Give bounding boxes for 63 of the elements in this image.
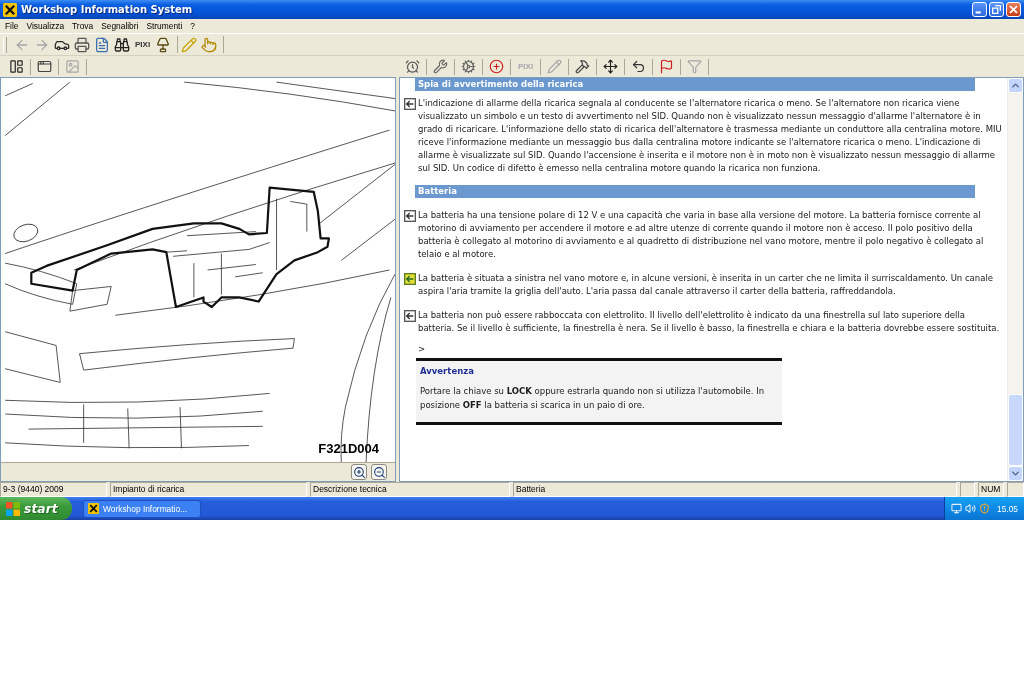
restore-button[interactable] bbox=[989, 2, 1004, 17]
menu-item[interactable]: File bbox=[1, 19, 23, 33]
flag-icon[interactable] bbox=[659, 59, 675, 74]
status-panel bbox=[1007, 482, 1024, 497]
close-icon bbox=[1009, 5, 1018, 14]
move-arrows-icon[interactable] bbox=[603, 59, 619, 74]
undo-arrow-icon[interactable] bbox=[631, 59, 647, 74]
paragraph-text: L'indicazione di allarme della ricarica segnala al conducente se l'alternatore ricarica o meno. Se l'alternatore non ricarica viene visualizzato un simbolo e un testo di avvertimento nel SID. Quando non è visualizzato nessun messaggio d'allarme l'alternatore è in grado di ricaricare. L'informazione dello stato di ricarica dell'alternatore è trasmessa mediante un conduttore alla centralina motore. MIU riceve l'informazione mediante un messaggio bus dalla centralina motore indicante se l'alternatore ricarica o meno. L'indicazione di allarme è visualizzate sul SID. Quando l'accensione è inserita e il motore non è in moto non è visualizzato nessun messaggio di allarme sul SID. Un codice di difetto è emesso nella centralina motore quando la ricarica non funziona. bbox=[418, 97, 1003, 175]
menu-item[interactable]: Strumenti bbox=[142, 19, 187, 33]
paragraph-text: La batteria non può essere rabboccata con elettrolito. Il livello dell'elettrolito è indicato da una finestrella sul lato superiore della batteria. Se il livello è sufficiente, la finestrella è nera. Se il livello è basso, la finestrella e chiara e la batteria dovrebbe essere sostituita. bbox=[418, 308, 1001, 335]
hammer-icon[interactable] bbox=[575, 59, 591, 74]
status-text: Descrizione tecnica bbox=[313, 484, 387, 494]
plus-circle-icon[interactable] bbox=[489, 59, 504, 74]
chevron-down-icon bbox=[1010, 468, 1021, 479]
minimize-button[interactable] bbox=[972, 2, 987, 17]
status-text: 9-3 (9440) 2009 bbox=[3, 484, 64, 494]
cog-icon[interactable] bbox=[461, 59, 476, 74]
app-icon bbox=[3, 2, 17, 17]
printer-icon[interactable] bbox=[74, 36, 90, 53]
window-icon[interactable] bbox=[37, 59, 52, 74]
window-title: Workshop Information System bbox=[21, 4, 193, 15]
tiles-icon bbox=[6, 501, 20, 516]
lamp-icon[interactable] bbox=[155, 36, 172, 53]
menu-item[interactable]: Trova bbox=[68, 19, 98, 33]
warning-text: Portare la chiave su LOCK oppure estrarla quando non si utilizza l'automobile. In posizione OFF la batteria si scarica in un paio di ore. bbox=[420, 384, 766, 412]
speaker-icon[interactable] bbox=[965, 503, 976, 514]
zoom-out-button[interactable] bbox=[371, 464, 387, 480]
restore-icon bbox=[992, 5, 1001, 14]
status-indicator: NUM bbox=[981, 484, 1001, 494]
figure-code: F321D004 bbox=[318, 441, 379, 456]
paragraph-text: La batteria è situata a sinistra nel vano motore e, in alcune versioni, è inserita in un carter che ne limita il surriscaldamento. Un canale aspira l'aria tramite la griglia dell'auto. L'aria passa dal canale attraverso il carter della batteria, raffreddandola. bbox=[418, 272, 995, 298]
app-icon bbox=[88, 503, 99, 514]
status-text: Impianto di ricarica bbox=[113, 484, 185, 494]
menu-item[interactable]: ? bbox=[186, 19, 199, 33]
prompt-marker: > bbox=[418, 342, 426, 355]
monitor-icon[interactable] bbox=[951, 503, 962, 514]
scrollbar-thumb[interactable] bbox=[1008, 394, 1023, 466]
wrench-icon[interactable] bbox=[433, 59, 448, 74]
section-heading: Spia di avvertimento della ricarica bbox=[415, 78, 975, 91]
pointer-hand-icon[interactable] bbox=[201, 36, 218, 53]
section-heading: Batteria bbox=[415, 185, 975, 199]
binoculars-icon[interactable] bbox=[114, 36, 130, 53]
status-text: Batteria bbox=[516, 484, 546, 494]
layout-icon[interactable] bbox=[9, 59, 24, 74]
scroll-up-button[interactable] bbox=[1008, 78, 1023, 93]
chevron-up-icon bbox=[1010, 80, 1021, 91]
warning-title: Avvertenza bbox=[420, 364, 475, 378]
zoom-in-button[interactable] bbox=[351, 464, 367, 480]
menu-item[interactable]: Visualizza bbox=[22, 19, 69, 33]
taskbar-window-button[interactable]: Workshop Informatio... bbox=[83, 499, 201, 518]
document-icon[interactable] bbox=[94, 36, 110, 53]
scroll-down-button[interactable] bbox=[1008, 466, 1023, 481]
alarm-clock-icon[interactable] bbox=[405, 59, 420, 74]
clock-text: 15.05 bbox=[997, 503, 1018, 514]
zoom-in-icon bbox=[352, 465, 366, 479]
start-button[interactable]: start bbox=[0, 497, 72, 520]
paragraph-text: La batteria ha una tensione polare di 12 V e una capacità che varia in base alla versione del motore. La batteria fornisce corrente al motorino di avviamento per accendere il motore e ad altre utenze di corrente quando il motore non è acceso. Il polo positivo della batteria è collegato al motorino di avviamento e al quadretto di distribuzione nel vano motore, mentre il polo negativo è collegato al telaio e al motore. bbox=[418, 209, 985, 262]
close-button[interactable] bbox=[1006, 2, 1021, 17]
zoom-out-icon bbox=[372, 465, 386, 479]
text-tool-button[interactable]: PIXI bbox=[134, 39, 152, 50]
scrollbar[interactable] bbox=[1007, 78, 1023, 481]
menu-item[interactable]: Segnalibri bbox=[97, 19, 143, 33]
status-panel bbox=[960, 482, 975, 497]
